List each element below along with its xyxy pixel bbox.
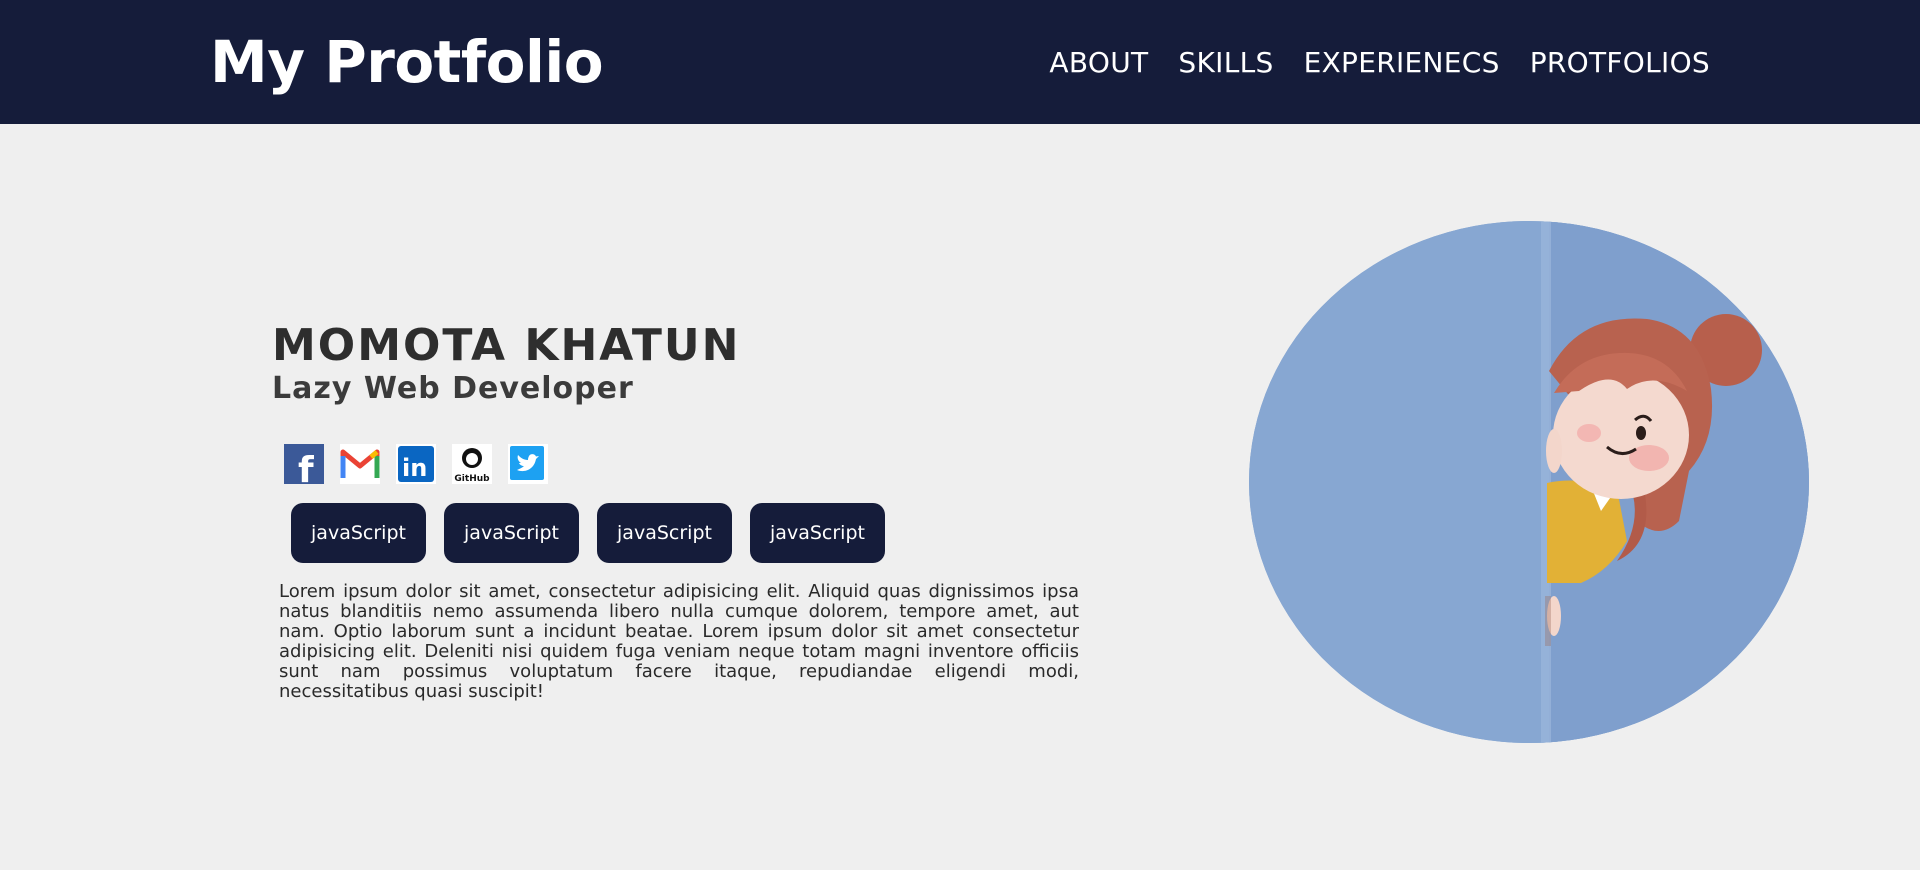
brand-logo[interactable]: My Protfolio xyxy=(210,26,604,98)
nav-link-skills[interactable]: SKILLS xyxy=(1178,44,1273,82)
linkedin-icon: in xyxy=(396,444,436,484)
twitter-link[interactable] xyxy=(508,444,548,484)
twitter-icon xyxy=(508,444,548,484)
skill-chip[interactable]: javaScript xyxy=(444,503,579,563)
linkedin-glyph: in xyxy=(402,454,427,482)
main-nav: ABOUT SKILLS EXPERIENECS PROTFOLIOS xyxy=(1049,44,1710,82)
social-links: f in GitHub xyxy=(284,444,548,484)
peeking-girl-illustration xyxy=(1249,221,1809,743)
gmail-link[interactable] xyxy=(340,444,380,484)
profile-role: Lazy Web Developer xyxy=(272,371,634,406)
profile-name: MOMOTA KHATUN xyxy=(272,320,741,371)
nav-link-about[interactable]: ABOUT xyxy=(1049,44,1148,82)
nav-link-experiences[interactable]: EXPERIENECS xyxy=(1304,44,1500,82)
linkedin-link[interactable]: in xyxy=(396,444,436,484)
skill-chip[interactable]: javaScript xyxy=(291,503,426,563)
facebook-glyph: f xyxy=(298,450,314,484)
nav-link-portfolios[interactable]: PROTFOLIOS xyxy=(1530,44,1710,82)
avatar-illustration xyxy=(1249,221,1809,743)
skill-chip[interactable]: javaScript xyxy=(597,503,732,563)
bio-paragraph: Lorem ipsum dolor sit amet, consectetur … xyxy=(279,581,1079,702)
facebook-icon: f xyxy=(284,444,324,484)
github-icon: GitHub xyxy=(452,444,492,484)
github-wordmark: GitHub xyxy=(454,474,490,484)
skill-chips: javaScript javaScript javaScript javaScr… xyxy=(291,503,885,563)
facebook-link[interactable]: f xyxy=(284,444,324,484)
skill-chip[interactable]: javaScript xyxy=(750,503,885,563)
github-link[interactable]: GitHub xyxy=(452,444,492,484)
top-navbar: My Protfolio ABOUT SKILLS EXPERIENECS PR… xyxy=(0,0,1920,124)
gmail-icon xyxy=(340,444,380,484)
